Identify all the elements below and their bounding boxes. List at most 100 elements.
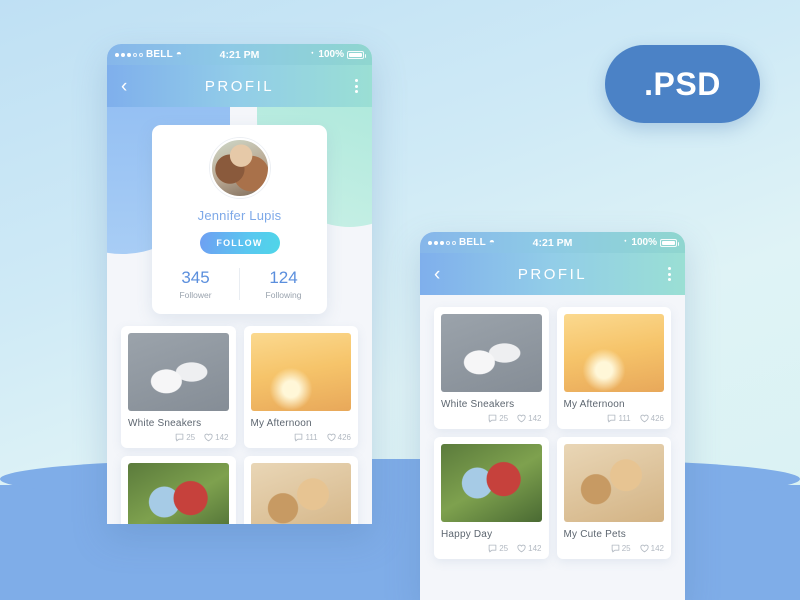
like-count[interactable]: 142 xyxy=(517,544,542,553)
photo-card[interactable]: White Sneakers 25 142 xyxy=(434,307,549,429)
heart-outline-icon xyxy=(640,544,649,553)
like-count-label: 426 xyxy=(337,433,351,442)
comment-count[interactable]: 25 xyxy=(488,544,508,553)
like-count[interactable]: 142 xyxy=(517,414,542,423)
photo-meta: 111 426 xyxy=(564,414,664,423)
photo-card[interactable]: Happy Day 25 142 xyxy=(434,437,549,559)
like-count-label: 426 xyxy=(650,414,664,423)
battery-percent-label: 100% xyxy=(631,237,657,248)
profile-stats: 345 Follower 124 Following xyxy=(152,268,327,300)
stat-value: 345 xyxy=(181,268,210,287)
signal-strength-icon xyxy=(115,52,143,57)
photo-card[interactable]: White Sneakers 25 142 xyxy=(121,326,236,448)
photo-card[interactable]: Happy Day 25 142 xyxy=(121,456,236,524)
follow-button[interactable]: FOLLOW xyxy=(199,232,280,254)
comment-count[interactable]: 111 xyxy=(294,433,318,442)
photo-meta: 25 142 xyxy=(441,544,542,553)
photo-title: Happy Day xyxy=(441,529,493,540)
photo-card[interactable]: My Cute Pets 25 142 xyxy=(556,437,671,559)
like-count[interactable]: 142 xyxy=(640,544,664,553)
psd-badge: .PSD xyxy=(605,45,760,123)
comment-count-label: 25 xyxy=(186,433,196,442)
comment-bubble-icon xyxy=(488,544,497,553)
photo-title: White Sneakers xyxy=(441,399,515,410)
comment-count-label: 25 xyxy=(621,544,631,553)
status-bar-left: BELL ◓ xyxy=(115,49,182,60)
status-bar-right: ᛫ 100% xyxy=(622,237,679,248)
battery-percent-label: 100% xyxy=(318,49,344,60)
photo-thumbnail[interactable] xyxy=(250,333,351,411)
photo-grid: White Sneakers 25 142 My Afternoon 111 4… xyxy=(107,314,372,524)
photo-thumbnail[interactable] xyxy=(128,463,229,524)
overflow-menu-icon[interactable] xyxy=(668,267,671,281)
bluetooth-icon: ᛫ xyxy=(622,237,629,248)
comment-count[interactable]: 25 xyxy=(488,414,508,423)
heart-outline-icon xyxy=(204,433,213,442)
photo-meta: 25 142 xyxy=(128,433,229,442)
comment-count[interactable]: 25 xyxy=(175,433,195,442)
comment-count-label: 25 xyxy=(499,544,509,553)
comment-count-label: 25 xyxy=(499,414,509,423)
comment-bubble-icon xyxy=(295,433,303,442)
heart-outline-icon xyxy=(327,433,336,442)
photo-thumbnail[interactable] xyxy=(441,444,542,522)
stat-label: Follower xyxy=(179,290,212,300)
stat-value: 124 xyxy=(269,268,298,287)
chevron-left-icon[interactable]: ‹ xyxy=(434,265,440,284)
heart-outline-icon xyxy=(517,544,526,553)
overflow-menu-icon[interactable] xyxy=(355,79,358,93)
photo-card[interactable]: My Cute Pets 25 142 xyxy=(243,456,358,524)
comment-count-label: 111 xyxy=(618,414,631,423)
page-title: PROFIL xyxy=(517,265,588,283)
phone-mockup-secondary: BELL ◓ 4:21 PM ᛫ 100% ‹ PROFIL White Sne… xyxy=(420,232,685,600)
photo-thumbnail[interactable] xyxy=(563,444,664,522)
avatar xyxy=(209,138,270,198)
status-bar-right: ᛫ 100% xyxy=(309,49,366,60)
photo-thumbnail[interactable] xyxy=(128,333,229,411)
wifi-icon: ◓ xyxy=(175,49,182,60)
photo-title: My Cute Pets xyxy=(563,529,626,540)
photo-title: White Sneakers xyxy=(128,418,202,429)
carrier-label: BELL xyxy=(459,237,486,248)
comment-bubble-icon xyxy=(488,414,497,423)
stat-follower[interactable]: 345 Follower xyxy=(152,268,239,300)
like-count[interactable]: 426 xyxy=(640,414,664,423)
screen-body: Jennifer Lupis FOLLOW 345 Follower 124 F… xyxy=(107,107,372,524)
stat-following[interactable]: 124 Following xyxy=(239,268,327,300)
status-bar: BELL ◓ 4:21 PM ᛫ 100% xyxy=(107,44,372,65)
photo-thumbnail[interactable] xyxy=(563,314,664,392)
profile-name: Jennifer Lupis xyxy=(197,208,282,223)
stat-label: Following xyxy=(265,290,302,300)
photo-card[interactable]: My Afternoon 111 426 xyxy=(243,326,358,448)
comment-count-label: 111 xyxy=(305,433,318,442)
comment-bubble-icon xyxy=(611,544,620,553)
phone-mockup-primary: BELL ◓ 4:21 PM ᛫ 100% ‹ PROFIL Jennifer … xyxy=(107,44,372,524)
photo-title: My Afternoon xyxy=(250,418,312,429)
photo-thumbnail[interactable] xyxy=(441,314,542,392)
photo-thumbnail[interactable] xyxy=(250,463,351,524)
comment-bubble-icon xyxy=(608,414,616,423)
heart-outline-icon xyxy=(517,414,526,423)
screen-body: White Sneakers 25 142 My Afternoon 111 4… xyxy=(420,295,685,600)
comment-count[interactable]: 25 xyxy=(611,544,631,553)
signal-strength-icon xyxy=(428,240,456,245)
wifi-icon: ◓ xyxy=(488,237,495,248)
photo-meta: 25 142 xyxy=(441,414,542,423)
photo-card[interactable]: My Afternoon 111 426 xyxy=(556,307,671,429)
like-count-label: 142 xyxy=(528,544,542,553)
battery-full-icon xyxy=(347,50,366,59)
psd-badge-label: .PSD xyxy=(644,65,721,102)
carrier-label: BELL xyxy=(146,49,173,60)
battery-full-icon xyxy=(660,238,679,247)
status-bar-left: BELL ◓ xyxy=(428,237,495,248)
heart-outline-icon xyxy=(640,414,649,423)
like-count[interactable]: 142 xyxy=(204,433,229,442)
chevron-left-icon[interactable]: ‹ xyxy=(121,77,127,96)
nav-bar: ‹ PROFIL xyxy=(107,65,372,107)
like-count-label: 142 xyxy=(215,433,229,442)
like-count[interactable]: 426 xyxy=(327,433,351,442)
profile-card: Jennifer Lupis FOLLOW 345 Follower 124 F… xyxy=(152,125,327,314)
bluetooth-icon: ᛫ xyxy=(309,49,316,60)
photo-grid: White Sneakers 25 142 My Afternoon 111 4… xyxy=(420,295,685,559)
comment-count[interactable]: 111 xyxy=(607,414,631,423)
